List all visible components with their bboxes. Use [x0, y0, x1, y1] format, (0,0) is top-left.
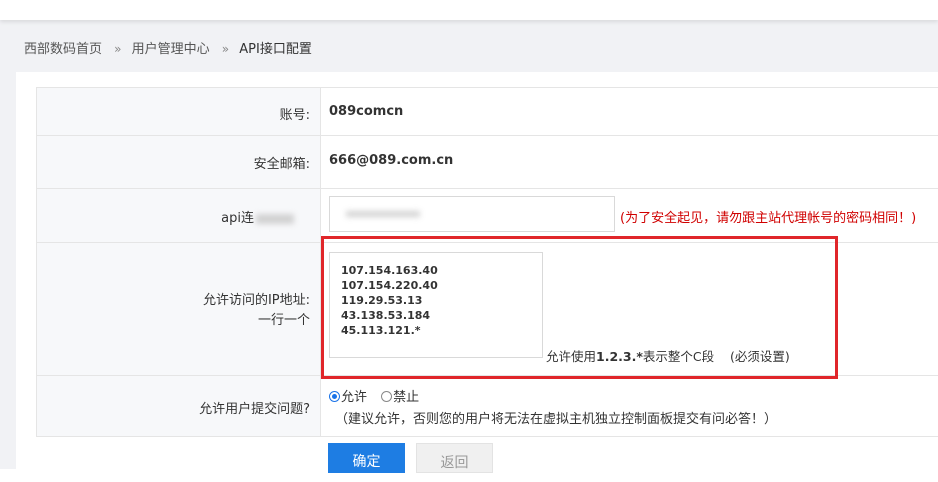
- allow-questions-row: 允许用户提交问题? 允许 禁止 （建议允许，否则您的用户将无法在虚拟主机独立控制…: [36, 376, 938, 437]
- account-label: 账号:: [279, 108, 310, 123]
- allow-questions-note: （建议允许，否则您的用户将无法在虚拟主机独立控制面板提交有问必答！）: [335, 412, 778, 427]
- label-cell: 账号:: [37, 88, 321, 135]
- radio-allow-label: 允许: [341, 390, 368, 405]
- email-value: 666@089.com.cn: [329, 153, 454, 168]
- label-cell: api连: [37, 189, 321, 242]
- api-password-hint: (为了安全起见，请勿跟主站代理帐号的密码相同！): [620, 211, 917, 226]
- account-row: 账号: 089comcn: [36, 88, 938, 136]
- breadcrumb-user-center-link[interactable]: 用户管理中心: [132, 42, 210, 57]
- breadcrumb-separator: »: [221, 42, 230, 56]
- redaction-blur: [256, 213, 294, 224]
- allow-questions-label: 允许用户提交问题?: [199, 402, 310, 417]
- breadcrumb: 西部数码首页 » 用户管理中心 » API接口配置: [24, 38, 312, 57]
- radio-option-allow[interactable]: 允许: [329, 386, 367, 405]
- email-label: 安全邮箱:: [253, 157, 310, 172]
- page-gutter: [0, 72, 16, 469]
- allow-questions-radio-group: 允许 禁止: [329, 386, 429, 405]
- api-password-label-text: api连: [221, 211, 254, 226]
- ip-whitelist-label: 允许访问的IP地址: 一行一个: [203, 291, 310, 331]
- api-password-label: api连: [221, 207, 294, 226]
- api-password-input[interactable]: [329, 196, 615, 232]
- top-bar: [0, 0, 938, 20]
- radio-deny[interactable]: [381, 391, 393, 402]
- ip-whitelist-label-line1: 允许访问的IP地址:: [202, 293, 310, 308]
- radio-deny-label: 禁止: [393, 390, 420, 405]
- breadcrumb-current-page: API接口配置: [239, 42, 312, 57]
- breadcrumb-home-link[interactable]: 西部数码首页: [24, 42, 102, 57]
- api-password-row: api连 (为了安全起见，请勿跟主站代理帐号的密码相同！): [36, 189, 938, 243]
- annotation-highlight-box: [321, 236, 838, 379]
- label-cell: 安全邮箱:: [37, 136, 321, 188]
- ip-whitelist-label-line2: 一行一个: [257, 313, 310, 328]
- radio-allow[interactable]: [329, 391, 340, 402]
- breadcrumb-separator: »: [114, 42, 122, 56]
- label-cell: 允许访问的IP地址: 一行一个: [37, 243, 321, 375]
- redaction-blur: [346, 211, 420, 217]
- email-row: 安全邮箱: 666@089.com.cn: [36, 136, 938, 189]
- label-cell: 允许用户提交问题?: [37, 376, 321, 436]
- account-value: 089comcn: [329, 104, 404, 119]
- radio-option-deny[interactable]: 禁止: [381, 386, 419, 405]
